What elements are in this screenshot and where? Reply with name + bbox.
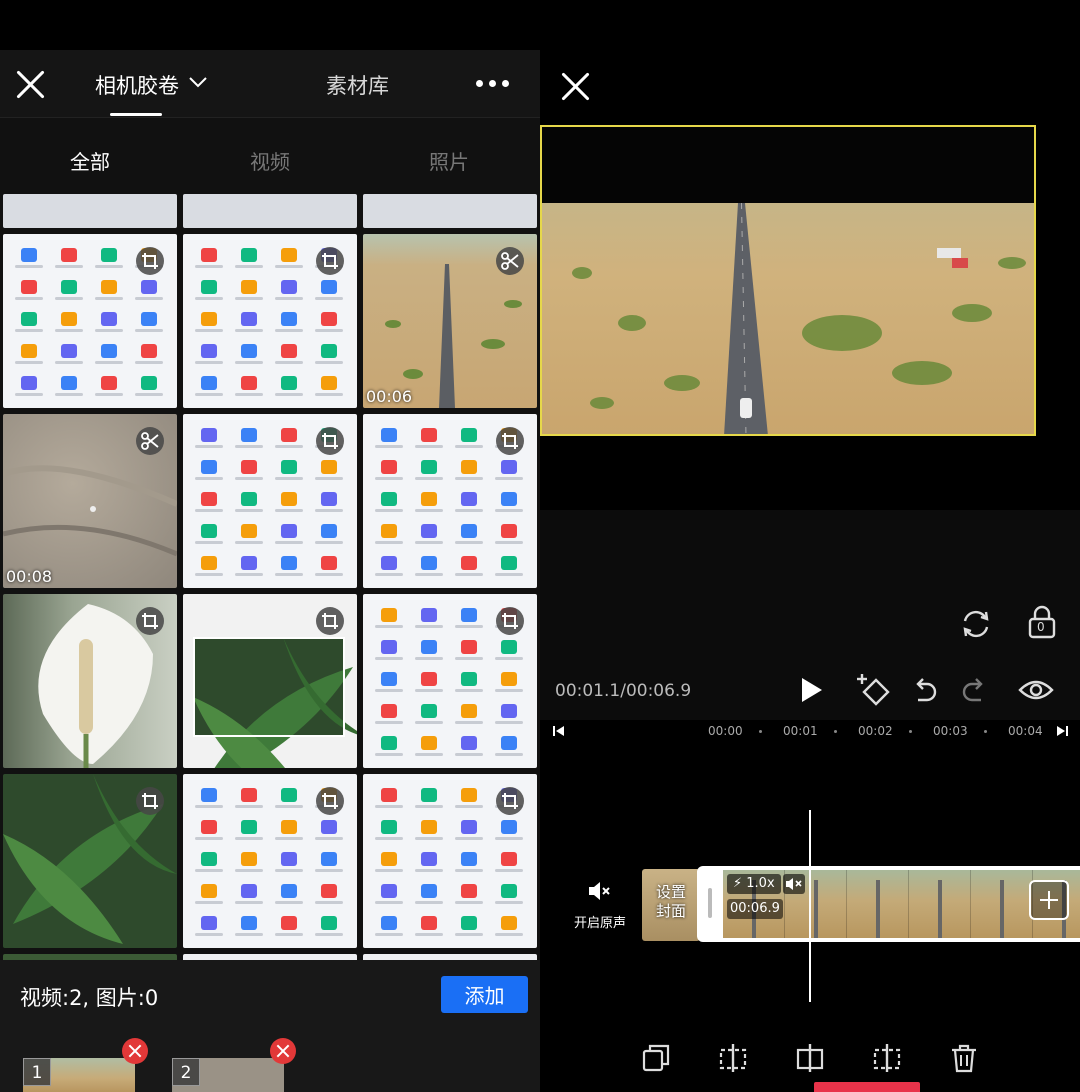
- set-cover-button[interactable]: 设置 封面: [642, 869, 700, 941]
- replace-icon[interactable]: [959, 607, 993, 641]
- scissors-icon[interactable]: [136, 427, 164, 455]
- grid-item[interactable]: [183, 774, 357, 948]
- crop-icon[interactable]: [136, 607, 164, 635]
- lock-count: 0: [1037, 620, 1045, 634]
- redo-icon[interactable]: [961, 677, 987, 703]
- close-editor-icon[interactable]: [560, 71, 590, 101]
- grid-item[interactable]: [3, 774, 177, 948]
- filter-tabs: 全部 视频 照片: [0, 118, 540, 194]
- selected-item-number: 2: [172, 1058, 200, 1086]
- video-duration: 00:08: [6, 567, 53, 586]
- remove-selected-2-icon[interactable]: [270, 1038, 296, 1064]
- video-preview[interactable]: [540, 125, 1036, 436]
- grid-item[interactable]: [3, 594, 177, 768]
- filter-video[interactable]: 视频: [225, 146, 315, 175]
- picker-header: 相机胶卷 素材库: [0, 50, 540, 118]
- selected-item-2[interactable]: 2: [172, 1058, 284, 1092]
- crop-icon[interactable]: [496, 427, 524, 455]
- speaker-mute-icon: [589, 882, 610, 900]
- speed-value: 1.0x: [746, 876, 775, 891]
- ruler-tick: 00:02: [858, 724, 893, 738]
- grid-item-partial[interactable]: [3, 194, 177, 228]
- active-tab-indicator: [110, 113, 162, 116]
- grid-item[interactable]: 00:06: [363, 234, 537, 408]
- crop-icon[interactable]: [316, 607, 344, 635]
- crop-frame: [193, 637, 345, 737]
- mute-original-label: 开启原声: [573, 916, 626, 931]
- selected-item-1[interactable]: 1: [23, 1058, 135, 1092]
- add-button[interactable]: 添加: [441, 976, 528, 1013]
- filter-all[interactable]: 全部: [45, 146, 135, 175]
- grid-item[interactable]: [363, 414, 537, 588]
- time-readout: 00:01.1/00:06.9: [555, 681, 692, 701]
- grid-item[interactable]: 00:08: [3, 414, 177, 588]
- video-duration: 00:06: [366, 387, 413, 406]
- add-clip-button[interactable]: [1029, 880, 1069, 920]
- ruler-tick: 00:04: [1008, 724, 1043, 738]
- crop-icon[interactable]: [316, 427, 344, 455]
- clip-mute-icon[interactable]: [783, 874, 805, 894]
- selection-bar: 视频:2, 图片:0 添加 1 2: [0, 960, 540, 1092]
- active-tool-indicator: [814, 1082, 920, 1092]
- tab-library[interactable]: 素材库: [326, 70, 389, 100]
- crop-icon[interactable]: [496, 787, 524, 815]
- jump-start-icon[interactable]: [552, 725, 566, 737]
- more-icon[interactable]: [476, 80, 510, 88]
- ruler-tick: 00:00: [708, 724, 743, 738]
- crop-icon[interactable]: [316, 787, 344, 815]
- copy-icon[interactable]: [640, 1042, 672, 1074]
- edit-toolbar: [540, 1030, 1080, 1092]
- close-icon[interactable]: [15, 69, 45, 99]
- lock-icon[interactable]: 0: [1027, 605, 1057, 639]
- crop-icon[interactable]: [136, 787, 164, 815]
- speed-badge[interactable]: ⚡ 1.0x: [727, 874, 781, 894]
- mute-original-toggle[interactable]: 开启原声: [570, 880, 630, 931]
- ruler-tick: 00:03: [933, 724, 968, 738]
- ruler-tick: 00:01: [783, 724, 818, 738]
- split-left-icon[interactable]: [717, 1042, 749, 1074]
- album-selector[interactable]: 相机胶卷: [95, 70, 179, 100]
- clip-duration: 00:06.9: [727, 899, 783, 919]
- selected-item-number: 1: [23, 1058, 51, 1086]
- grid-item-partial[interactable]: [183, 194, 357, 228]
- grid-item[interactable]: [183, 234, 357, 408]
- status-bar-area: [0, 0, 540, 50]
- remove-selected-1-icon[interactable]: [122, 1038, 148, 1064]
- playhead[interactable]: [809, 810, 811, 1002]
- undo-icon[interactable]: [912, 677, 938, 703]
- timeline-clip[interactable]: ⚡ 1.0x 00:06.9: [697, 866, 1080, 942]
- split-icon[interactable]: [794, 1042, 826, 1074]
- clip-trim-handle[interactable]: [708, 888, 712, 918]
- play-icon[interactable]: [799, 676, 825, 704]
- grid-item[interactable]: [363, 774, 537, 948]
- filter-photo[interactable]: 照片: [404, 146, 494, 175]
- crop-icon[interactable]: [316, 247, 344, 275]
- split-right-icon[interactable]: [871, 1042, 903, 1074]
- selection-count: 视频:2, 图片:0: [20, 986, 159, 1010]
- media-picker-panel: 相机胶卷 素材库 全部 视频 照片 00:06 00:08 视频:2, 图片:0 …: [0, 0, 540, 1092]
- media-grid: 00:06 00:08: [0, 194, 540, 960]
- road-scene: [572, 202, 1026, 434]
- grid-item-partial[interactable]: [363, 194, 537, 228]
- eye-icon[interactable]: [1018, 678, 1054, 702]
- keyframe-add-icon[interactable]: [856, 672, 892, 706]
- video-editor-panel: 0 00:01.1/00:06.9 00:00 00:01 00:02 00:0…: [540, 0, 1080, 1092]
- grid-item[interactable]: [363, 594, 537, 768]
- scissors-icon[interactable]: [496, 247, 524, 275]
- chevron-down-icon[interactable]: [188, 72, 208, 92]
- grid-item[interactable]: [3, 234, 177, 408]
- grid-item[interactable]: [183, 414, 357, 588]
- jump-end-icon[interactable]: [1055, 725, 1069, 737]
- timeline-ruler: 00:00 00:01 00:02 00:03 00:04: [540, 720, 1080, 742]
- crop-icon[interactable]: [136, 247, 164, 275]
- crop-icon[interactable]: [496, 607, 524, 635]
- set-cover-label: 设置 封面: [655, 883, 686, 920]
- delete-icon[interactable]: [948, 1042, 980, 1074]
- preview-video-frame: [542, 202, 1034, 434]
- grid-item[interactable]: [183, 594, 357, 768]
